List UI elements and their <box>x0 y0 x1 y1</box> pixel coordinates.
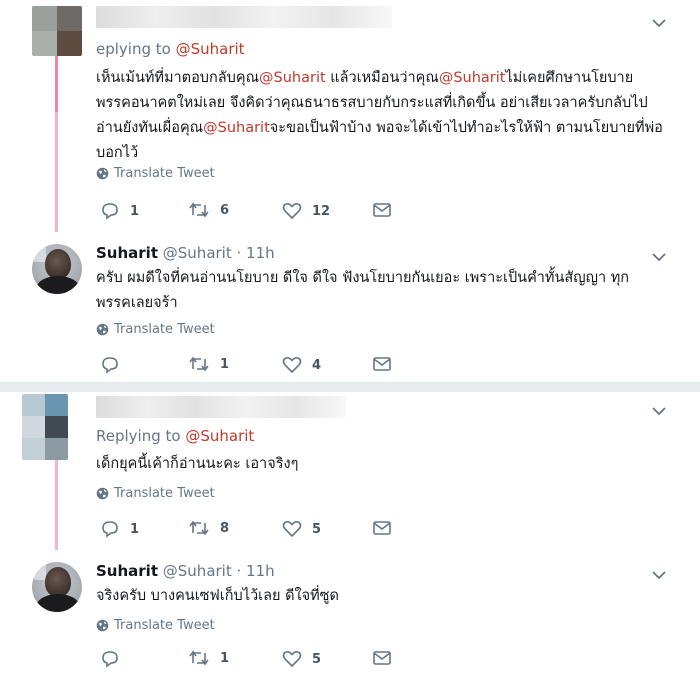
envelope-icon <box>373 521 391 535</box>
mention-link[interactable]: @Suharit <box>185 427 254 445</box>
retweet-button[interactable]: 8 <box>188 520 229 536</box>
replying-to: eplying to @Suharit <box>96 40 245 58</box>
text-segment: เห็นเม้นท์ที่มาตอบกลับคุณ <box>96 70 260 86</box>
tweet[interactable]: eplying to @Suharit เห็นเม้นท์ที่มาตอบกล… <box>0 0 700 232</box>
like-count: 4 <box>312 357 322 373</box>
translate-label: Translate Tweet <box>114 618 215 633</box>
reply-icon <box>102 357 118 374</box>
avatar[interactable] <box>32 6 82 56</box>
heart-icon <box>282 521 302 538</box>
retweet-count: 6 <box>220 202 230 218</box>
thread-connector <box>55 460 58 550</box>
direct-message-button[interactable] <box>372 202 392 218</box>
reply-count: 1 <box>130 521 140 537</box>
reply-button[interactable] <box>100 650 130 668</box>
translate-label: Translate Tweet <box>114 486 215 501</box>
translate-label: Translate Tweet <box>114 322 215 337</box>
redacted-name <box>96 6 392 28</box>
heart-icon <box>282 357 302 374</box>
reply-icon <box>102 651 118 668</box>
retweet-icon <box>189 650 209 666</box>
direct-message-button[interactable] <box>372 356 392 372</box>
chevron-down-icon[interactable] <box>652 570 666 580</box>
handle-and-time[interactable]: @Suharit · 11h <box>163 562 275 580</box>
tweet-thread: eplying to @Suharit เห็นเม้นท์ที่มาตอบกล… <box>0 0 700 682</box>
thread-connector <box>55 56 58 112</box>
heart-icon <box>282 203 302 220</box>
like-button[interactable]: 12 <box>282 202 330 220</box>
avatar[interactable] <box>32 562 82 612</box>
translate-tweet[interactable]: Translate Tweet <box>96 166 215 181</box>
redacted-name <box>96 396 346 418</box>
conversation-divider <box>0 382 700 392</box>
tweet-text: เห็นเม้นท์ที่มาตอบกลับคุณ@Suharit แล้วเห… <box>96 66 664 166</box>
globe-icon <box>96 619 109 632</box>
mention-link[interactable]: @Suharit <box>259 70 326 86</box>
tweet[interactable]: Suharit @Suharit · 11h จริงครับ บางคนเซฟ… <box>0 550 700 682</box>
reply-count: 1 <box>130 203 140 219</box>
retweet-icon <box>189 520 209 536</box>
retweet-icon <box>189 202 209 218</box>
reply-button[interactable] <box>100 356 130 374</box>
like-button[interactable]: 5 <box>282 520 321 538</box>
translate-tweet[interactable]: Translate Tweet <box>96 618 215 633</box>
translate-tweet[interactable]: Translate Tweet <box>96 486 215 501</box>
handle-and-time[interactable]: @Suharit · 11h <box>163 244 275 262</box>
translate-tweet[interactable]: Translate Tweet <box>96 322 215 337</box>
reply-icon <box>102 521 118 538</box>
retweet-button[interactable]: 6 <box>188 202 229 218</box>
envelope-icon <box>373 357 391 371</box>
reply-icon <box>102 203 118 220</box>
chevron-down-icon[interactable] <box>652 406 666 416</box>
replying-to-label: eplying to <box>96 40 176 58</box>
tweet-text: ครับ ผมดีใจที่คนอ่านนโยบาย ดีใจ ดีใจ ฟัง… <box>96 270 630 311</box>
tweet-header: Suharit @Suharit · 11h <box>96 244 275 262</box>
mention-link[interactable]: @Suharit <box>203 120 270 136</box>
heart-icon <box>282 651 302 668</box>
avatar[interactable] <box>32 244 82 294</box>
chevron-down-icon[interactable] <box>652 252 666 262</box>
tweet-text: จริงครับ บางคนเซฟเก็บไว้เลย ดีใจที่ซูด <box>96 588 339 604</box>
tweet-header: Suharit @Suharit · 11h <box>96 562 275 580</box>
like-button[interactable]: 5 <box>282 650 321 668</box>
mention-link[interactable]: @Suharit <box>439 70 506 86</box>
tweet[interactable]: Replying to @Suharit เด็กยุคนี้เค้าก็อ่า… <box>0 392 700 550</box>
display-name[interactable]: Suharit <box>96 244 158 262</box>
like-count: 12 <box>312 203 331 219</box>
retweet-count: 1 <box>220 650 230 666</box>
retweet-count: 1 <box>220 356 230 372</box>
globe-icon <box>96 167 109 180</box>
avatar[interactable] <box>22 394 68 460</box>
direct-message-button[interactable] <box>372 650 392 666</box>
thread-connector <box>55 112 58 232</box>
like-count: 5 <box>312 651 322 667</box>
retweet-button[interactable]: 1 <box>188 356 229 372</box>
mention-link[interactable]: @Suharit <box>176 40 245 58</box>
translate-label: Translate Tweet <box>114 166 215 181</box>
retweet-icon <box>189 356 209 372</box>
retweet-button[interactable]: 1 <box>188 650 229 666</box>
text-segment: แล้วเหมือนว่าคุณ <box>325 70 439 86</box>
display-name[interactable]: Suharit <box>96 562 158 580</box>
replying-to: Replying to @Suharit <box>96 427 254 445</box>
tweet[interactable]: Suharit @Suharit · 11h ครับ ผมดีใจที่คนอ… <box>0 232 700 382</box>
like-count: 5 <box>312 521 322 537</box>
globe-icon <box>96 323 109 336</box>
retweet-count: 8 <box>220 520 230 536</box>
chevron-down-icon[interactable] <box>652 18 666 28</box>
globe-icon <box>96 487 109 500</box>
reply-button[interactable]: 1 <box>100 202 139 220</box>
replying-to-label: Replying to <box>96 427 186 445</box>
envelope-icon <box>373 651 391 665</box>
envelope-icon <box>373 203 391 217</box>
tweet-text: เด็กยุคนี้เค้าก็อ่านนะคะ เอาจริงๆ <box>96 456 299 472</box>
direct-message-button[interactable] <box>372 520 392 536</box>
like-button[interactable]: 4 <box>282 356 321 374</box>
reply-button[interactable]: 1 <box>100 520 139 538</box>
